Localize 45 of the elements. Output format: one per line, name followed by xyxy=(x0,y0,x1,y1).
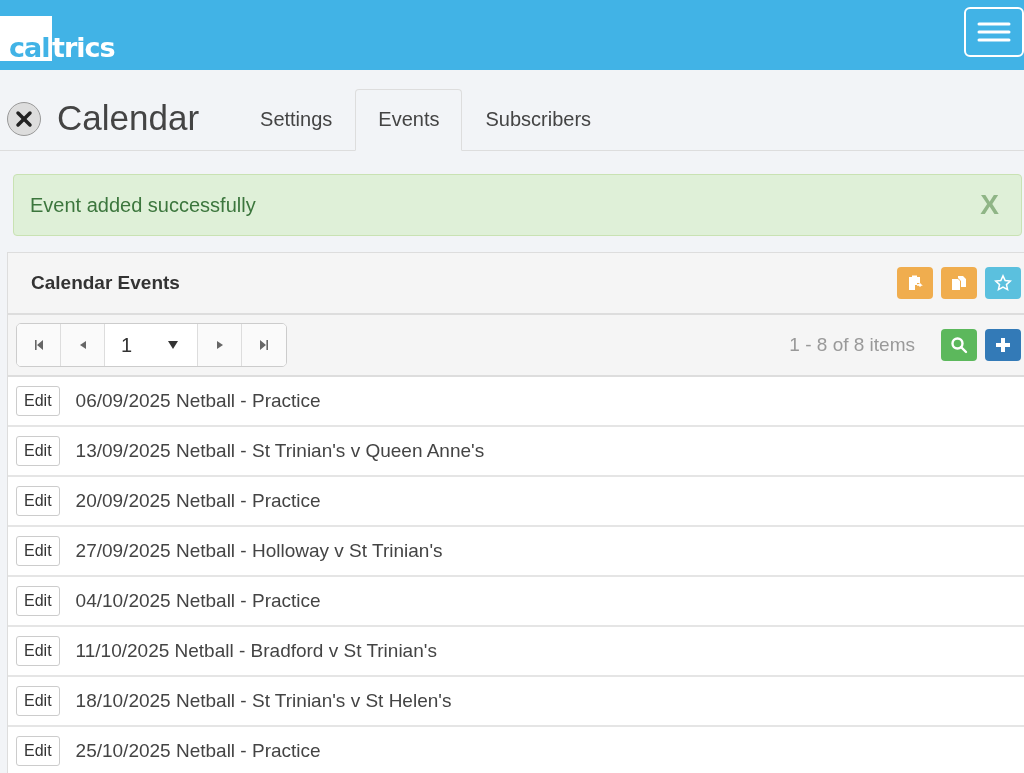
first-page-button[interactable] xyxy=(17,324,61,366)
panel-title: Calendar Events xyxy=(31,272,180,294)
paste-button[interactable] xyxy=(897,267,933,299)
close-icon xyxy=(15,110,33,128)
edit-button[interactable]: Edit xyxy=(16,686,60,716)
edit-button[interactable]: Edit xyxy=(16,586,60,616)
edit-button[interactable]: Edit xyxy=(16,436,60,466)
page-title: Calendar xyxy=(57,98,200,138)
event-title: 13/09/2025 Netball - St Trinian's v Queen Anne's xyxy=(75,440,485,462)
event-title: 06/09/2025 Netball - Practice xyxy=(75,390,321,412)
logo-text: trics xyxy=(52,34,115,61)
event-title: 27/09/2025 Netball - Holloway v St Trinian's xyxy=(75,540,443,562)
search-button[interactable] xyxy=(941,329,977,361)
close-button[interactable] xyxy=(7,102,41,136)
event-title: 20/09/2025 Netball - Practice xyxy=(75,490,321,512)
favorite-button[interactable] xyxy=(985,267,1021,299)
event-title: 11/10/2025 Netball - Bradford v St Trinian's xyxy=(75,640,437,662)
first-page-icon xyxy=(32,339,45,351)
copy-button[interactable] xyxy=(941,267,977,299)
event-title: 04/10/2025 Netball - Practice xyxy=(75,590,321,612)
items-summary: 1 - 8 of 8 items xyxy=(789,334,915,356)
clipboard-icon xyxy=(906,274,924,292)
edit-button[interactable]: Edit xyxy=(16,386,60,416)
edit-button[interactable]: Edit xyxy=(16,636,60,666)
caret-icon xyxy=(167,340,179,350)
alert-message: Event added successfully xyxy=(30,193,256,217)
star-icon xyxy=(994,274,1012,292)
tab[interactable]: Subscribers xyxy=(462,89,615,151)
logo-text: cal xyxy=(0,16,52,61)
page-select[interactable]: 1 xyxy=(105,324,198,366)
edit-button[interactable]: Edit xyxy=(16,536,60,566)
last-page-icon xyxy=(258,339,270,351)
event-title: 25/10/2025 Netball - Practice xyxy=(75,740,321,762)
menu-button[interactable] xyxy=(964,7,1024,57)
edit-button[interactable]: Edit xyxy=(16,486,60,516)
menu-icon xyxy=(977,21,1011,43)
search-icon xyxy=(950,336,968,354)
event-title: 18/10/2025 Netball - St Trinian's v St Helen's xyxy=(75,690,452,712)
add-button[interactable] xyxy=(985,329,1021,361)
tab[interactable]: Settings xyxy=(237,89,356,151)
copy-icon xyxy=(950,274,968,292)
tab[interactable]: Events xyxy=(355,89,463,151)
edit-button[interactable]: Edit xyxy=(16,736,60,766)
plus-icon xyxy=(994,336,1012,354)
triangle-right-icon xyxy=(214,340,225,350)
